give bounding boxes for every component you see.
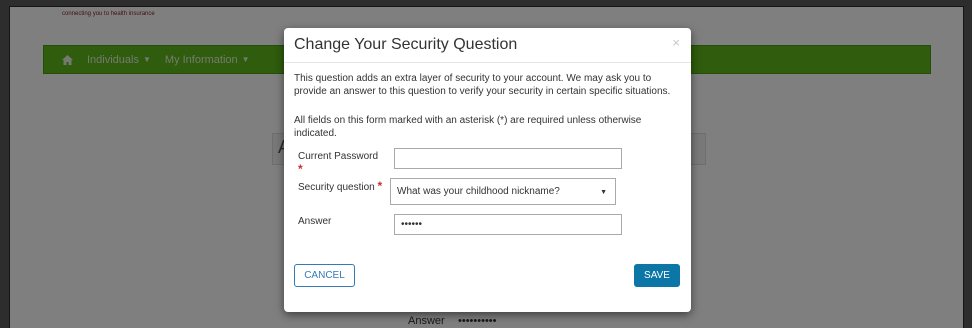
change-security-question-dialog: Change Your Security Question × This que… — [284, 28, 691, 312]
security-question-selected: What was your childhood nickname? — [397, 186, 560, 197]
chevron-down-icon: ▼ — [600, 189, 607, 196]
answer-label: Answer — [298, 216, 332, 227]
cancel-button[interactable]: CANCEL — [294, 264, 355, 287]
security-question-select[interactable]: What was your childhood nickname? ▼ — [390, 178, 616, 205]
close-icon[interactable]: × — [672, 35, 680, 50]
dialog-intro-text: This question adds an extra layer of sec… — [294, 73, 671, 97]
current-password-label-text: Current Password — [298, 151, 379, 162]
dialog-header: Change Your Security Question × — [284, 28, 691, 63]
security-question-label-text: Security question — [298, 182, 375, 193]
dialog-title: Change Your Security Question — [294, 36, 518, 53]
security-question-label: Security question * — [298, 180, 382, 194]
save-button[interactable]: SAVE — [634, 264, 680, 287]
current-password-label: Current Password * — [298, 151, 378, 177]
required-asterisk: * — [377, 179, 383, 193]
answer-input[interactable]: •••••• — [394, 214, 622, 235]
required-asterisk: * — [298, 162, 303, 176]
current-password-input[interactable] — [394, 148, 622, 169]
required-fields-note: All fields on this form marked with an a… — [294, 115, 642, 139]
